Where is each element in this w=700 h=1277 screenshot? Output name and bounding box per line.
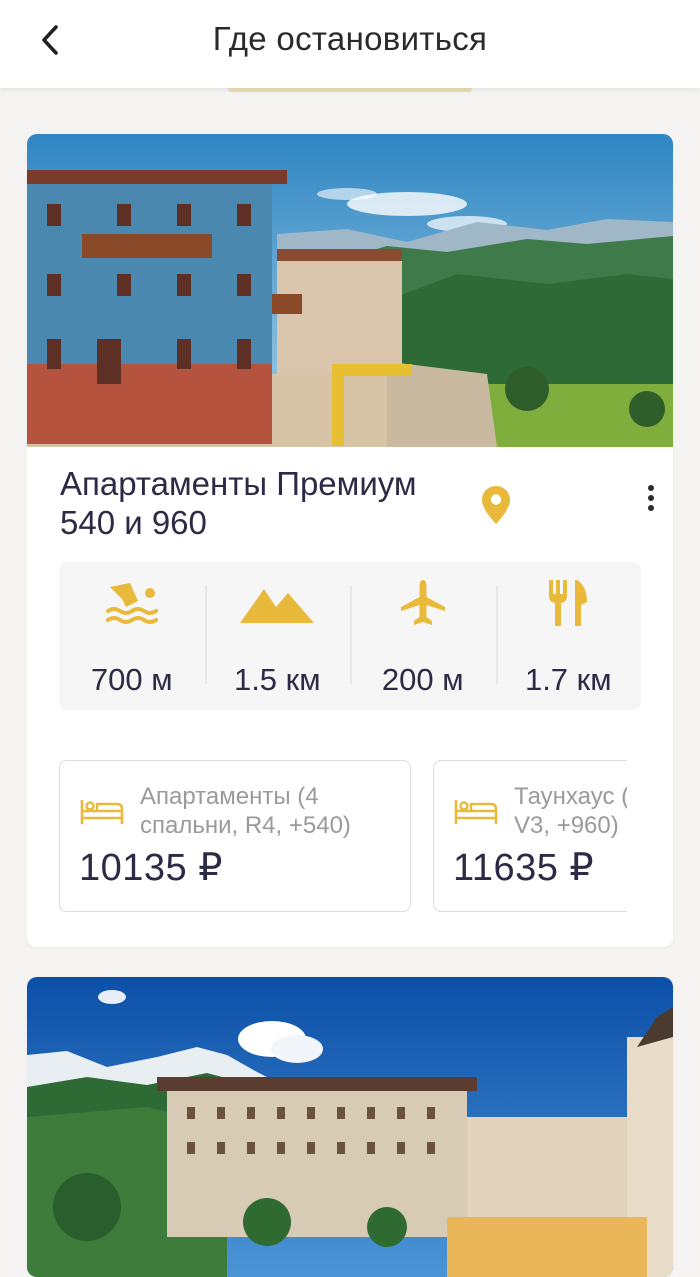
amenity-distance: 700 м bbox=[90, 662, 173, 697]
amenity-distance: 1.7 км bbox=[524, 662, 612, 697]
page-title: Где остановиться bbox=[212, 20, 488, 57]
amenity-restaurant: 1.7 км bbox=[495, 562, 642, 710]
mountain-icon bbox=[240, 589, 315, 623]
amenity-distance: 1.5 км bbox=[233, 662, 321, 697]
offers-carousel[interactable]: Апартаменты (4 спальни, R4, +540) 10135 … bbox=[59, 760, 627, 914]
map-pin-icon[interactable] bbox=[479, 484, 513, 526]
swimming-icon bbox=[105, 583, 158, 624]
offer-room-type: Таунхаус ( V3, +960) bbox=[514, 783, 627, 839]
app-header: Где остановиться bbox=[0, 0, 700, 88]
hotel-photo[interactable] bbox=[27, 134, 673, 447]
restaurant-icon bbox=[549, 580, 588, 626]
offer-room-type: Апартаменты (4 спальни, R4, +540) bbox=[140, 783, 351, 839]
offer-card[interactable]: Таунхаус ( V3, +960) 11635 ₽ bbox=[433, 760, 627, 912]
hotel-card[interactable]: Апартаменты Премиум 540 и 960 700 м 1.5 … bbox=[27, 134, 673, 947]
amenity-airport: 200 м bbox=[350, 562, 496, 710]
amenity-distance: 200 м bbox=[381, 662, 464, 697]
amenity-beach: 700 м bbox=[59, 562, 205, 710]
bed-icon bbox=[80, 800, 124, 824]
hotel-name[interactable]: Апартаменты Премиум 540 и 960 bbox=[60, 464, 470, 542]
offer-card[interactable]: Апартаменты (4 спальни, R4, +540) 10135 … bbox=[59, 760, 411, 912]
amenities-panel: 700 м 1.5 км 200 м 1.7 км bbox=[59, 562, 641, 710]
airplane-icon bbox=[400, 580, 445, 625]
hotel-photo[interactable] bbox=[27, 977, 673, 1277]
more-vertical-icon[interactable] bbox=[641, 484, 661, 514]
offer-price: 11635 ₽ bbox=[453, 847, 595, 889]
hotel-card[interactable] bbox=[27, 977, 673, 1277]
offer-price: 10135 ₽ bbox=[79, 847, 223, 889]
bed-icon bbox=[454, 800, 498, 824]
amenity-mountains: 1.5 км bbox=[204, 562, 351, 710]
